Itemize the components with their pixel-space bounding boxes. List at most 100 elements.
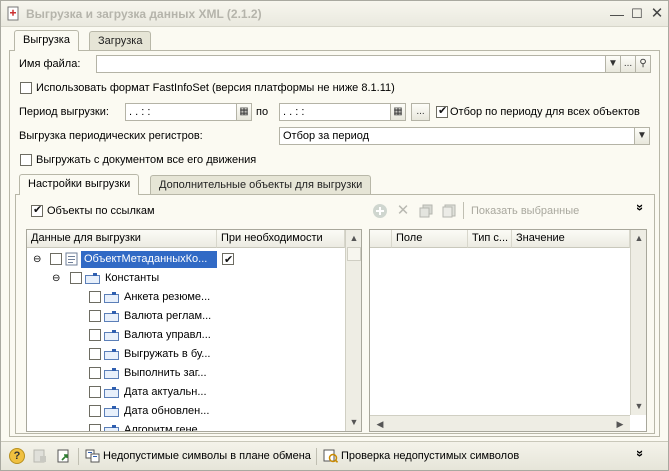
col-header-field[interactable]: Поле <box>392 230 468 248</box>
show-selected-button[interactable]: Показать выбранные <box>471 205 579 217</box>
periodic-select[interactable]: Отбор за период <box>279 127 635 145</box>
fastinfoset-label: Использовать формат FastInfoSet (версия … <box>36 82 395 94</box>
periodic-label: Выгрузка периодических регистров: <box>19 130 203 142</box>
scroll-down-icon[interactable]: ▼ <box>346 414 361 430</box>
filter-horizontal-scrollbar[interactable]: ◀ ▶ <box>370 415 630 431</box>
period-filter-label: Отбор по периоду для всех объектов <box>450 106 640 118</box>
export-rules-icon[interactable] <box>32 448 48 464</box>
if-needed-checkbox[interactable] <box>222 251 234 270</box>
check-invalid-chars-button[interactable]: Проверка недопустимых символов <box>341 450 519 462</box>
with-movements-checkbox[interactable] <box>20 154 32 166</box>
status-more-icon[interactable]: » <box>633 450 648 457</box>
tree-row-checkbox[interactable] <box>89 405 101 417</box>
export-data-tree[interactable]: Данные для выгрузки При необходимости ⊖ … <box>26 229 362 432</box>
tree-row-label: Выгружать в бу... <box>124 348 211 360</box>
maximize-button[interactable]: ☐ <box>628 5 646 23</box>
tab-export-settings[interactable]: Настройки выгрузки <box>19 174 140 195</box>
with-movements-label: Выгружать с документом все его движения <box>36 154 257 166</box>
more-actions-icon[interactable]: » <box>633 204 648 211</box>
tree-row-checkbox[interactable] <box>89 310 101 322</box>
app-icon <box>7 6 19 21</box>
tree-row-label: Анкета резюме... <box>124 291 211 303</box>
constant-icon <box>104 349 119 360</box>
main-window: Выгрузка и загрузка данных XML (2.1.2) —… <box>0 0 669 471</box>
scroll-up-icon[interactable]: ▲ <box>631 230 646 246</box>
delete-icon[interactable]: ✕ <box>395 203 411 219</box>
import-rules-icon[interactable] <box>56 448 72 464</box>
col-header-data[interactable]: Данные для выгрузки <box>27 230 217 248</box>
period-from-calendar-button[interactable]: ▦ <box>236 103 252 121</box>
period-from-input[interactable]: . . : : <box>125 103 238 121</box>
tree-row-checkbox[interactable] <box>70 272 82 284</box>
col-header-if-needed[interactable]: При необходимости <box>217 230 345 248</box>
col-header-value[interactable]: Значение <box>512 230 630 248</box>
file-dropdown-button[interactable]: ▼ <box>605 55 621 73</box>
tree-row-constants[interactable]: ⊖ Константы <box>27 269 345 288</box>
add-icon[interactable] <box>372 203 388 219</box>
periodic-dropdown-button[interactable]: ▼ <box>634 127 650 145</box>
collapse-icon[interactable]: ⊖ <box>33 250 41 269</box>
constants-icon <box>85 273 100 284</box>
tree-row-checkbox[interactable] <box>50 253 62 265</box>
period-filter-checkbox[interactable] <box>436 104 448 118</box>
scroll-right-icon[interactable]: ▶ <box>612 416 628 431</box>
tree-row-checkbox[interactable] <box>89 329 101 341</box>
calendar-icon: ▦ <box>239 106 249 117</box>
tree-row-checkbox[interactable] <box>89 291 101 303</box>
constant-icon <box>104 292 119 303</box>
col-header-mark[interactable] <box>370 230 392 248</box>
period-to-label: по <box>256 106 269 118</box>
dropdown-arrow-icon: ▼ <box>608 58 618 69</box>
filter-vertical-scrollbar[interactable]: ▲ ▼ <box>630 230 646 415</box>
tree-row-label: Дата обновлен... <box>124 405 210 417</box>
scroll-left-icon[interactable]: ◀ <box>372 416 388 431</box>
tree-vertical-scrollbar[interactable]: ▲ ▼ <box>345 230 361 431</box>
tree-row-label: Алгоритм гене... <box>124 424 207 432</box>
tab-import[interactable]: Загрузка <box>89 31 152 50</box>
constant-icon <box>104 406 119 417</box>
scroll-down-icon[interactable]: ▼ <box>631 398 646 414</box>
tab-export[interactable]: Выгрузка <box>14 30 79 51</box>
tree-row-checkbox[interactable] <box>89 386 101 398</box>
file-open-button[interactable]: ⚲ <box>635 55 651 73</box>
file-label: Имя файла: <box>19 58 81 70</box>
collapse-icon[interactable]: ⊖ <box>52 269 60 288</box>
constant-icon <box>104 311 119 322</box>
tab-additional-objects[interactable]: Дополнительные объекты для выгрузки <box>150 175 372 194</box>
by-refs-label: Объекты по ссылкам <box>47 205 155 217</box>
col-header-compare-type[interactable]: Тип с... <box>468 230 512 248</box>
scroll-thumb[interactable] <box>347 247 361 261</box>
tree-row-checkbox[interactable] <box>89 367 101 379</box>
invalid-chars-button[interactable]: Недопустимые символы в плане обмена <box>103 450 311 462</box>
by-refs-checkbox[interactable] <box>31 203 43 217</box>
close-button[interactable]: ✕ <box>648 5 666 23</box>
tree-row-checkbox[interactable] <box>89 424 101 431</box>
tree-row-item[interactable]: Анкета резюме... <box>27 288 345 307</box>
tree-row-item[interactable]: Выгружать в бу... <box>27 345 345 364</box>
tree-row-item[interactable]: Дата обновлен... <box>27 402 345 421</box>
scroll-up-icon[interactable]: ▲ <box>346 230 361 246</box>
tree-row-label: ОбъектМетаданныхКо... <box>81 251 217 268</box>
tree-row-item[interactable]: Дата актуальн... <box>27 383 345 402</box>
file-input[interactable] <box>96 55 606 73</box>
tree-row-label: Валюта реглам... <box>124 310 212 322</box>
copy-icon[interactable] <box>418 203 434 219</box>
paste-icon[interactable] <box>441 203 457 219</box>
file-select-button[interactable]: ... <box>620 55 636 73</box>
period-to-calendar-button[interactable]: ▦ <box>390 103 406 121</box>
filter-grid[interactable]: Поле Тип с... Значение ▲ ▼ ◀ ▶ <box>369 229 647 432</box>
tree-row-item[interactable]: Алгоритм гене... <box>27 421 345 432</box>
period-select-button[interactable]: ... <box>411 103 430 121</box>
tree-row-item[interactable]: Валюта реглам... <box>27 307 345 326</box>
maximize-icon: ☐ <box>631 6 643 21</box>
tree-row-item[interactable]: Валюта управл... <box>27 326 345 345</box>
tree-row-root[interactable]: ⊖ ОбъектМетаданныхКо... <box>27 250 345 270</box>
tree-row-item[interactable]: Выполнить заг... <box>27 364 345 383</box>
tree-row-checkbox[interactable] <box>89 348 101 360</box>
constant-icon <box>104 387 119 398</box>
fastinfoset-checkbox[interactable] <box>20 82 32 94</box>
minimize-button[interactable]: — <box>608 5 626 23</box>
tree-row-label: Дата актуальн... <box>124 386 207 398</box>
help-icon[interactable]: ? <box>9 448 25 464</box>
period-to-input[interactable]: . . : : <box>279 103 392 121</box>
